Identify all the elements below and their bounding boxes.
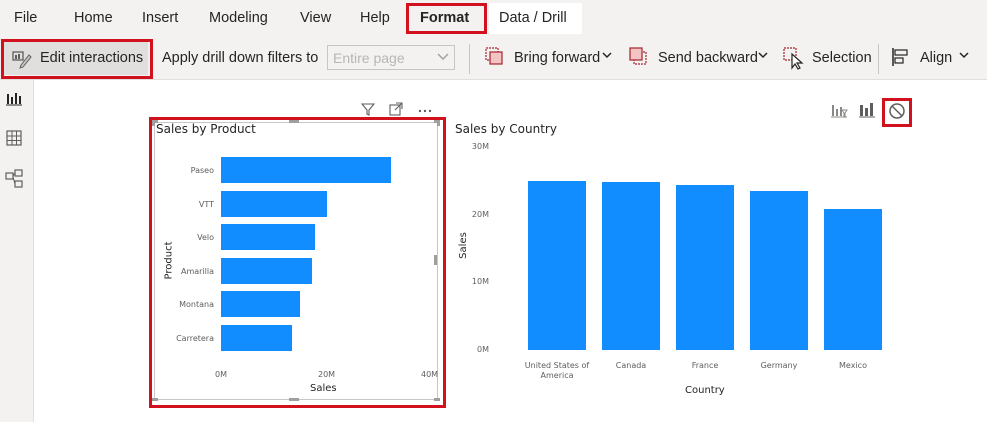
- menu-insert[interactable]: Insert: [142, 10, 178, 26]
- menu-file[interactable]: File: [14, 10, 37, 26]
- x-tick-label: 0M: [215, 370, 227, 379]
- x-tick-label: Canada: [615, 361, 647, 370]
- apply-drill-label: Apply drill down filters to: [162, 50, 319, 66]
- y-tick-label: Carretera: [176, 333, 214, 343]
- y-tick-label: 0M: [477, 345, 489, 354]
- data-view-icon[interactable]: [5, 129, 23, 150]
- resize-handle[interactable]: [152, 120, 155, 126]
- resize-handle[interactable]: [437, 120, 440, 126]
- x-tick-label: 20M: [318, 370, 336, 379]
- resize-handle[interactable]: [434, 398, 440, 401]
- ribbon-divider: [469, 44, 470, 74]
- x-tick-label: France: [691, 361, 719, 370]
- resize-handle[interactable]: [434, 255, 437, 265]
- bar: [750, 190, 808, 350]
- bar: [221, 257, 313, 284]
- chevron-down-icon: [436, 49, 450, 66]
- focus-mode-icon[interactable]: [389, 102, 403, 119]
- menu-help[interactable]: Help: [360, 10, 390, 26]
- resize-handle[interactable]: [289, 398, 299, 401]
- bar: [221, 291, 301, 317]
- y-tick-label: Paseo: [190, 166, 214, 175]
- y-tick-label: 30M: [471, 142, 489, 151]
- menu-format[interactable]: Format: [420, 10, 469, 26]
- x-tick-label: Mexico: [839, 361, 867, 370]
- x-tick-label: 40M: [421, 370, 439, 379]
- menu-bar: File Home Insert Modeling View Help Form…: [0, 0, 987, 36]
- chevron-down-icon[interactable]: [958, 48, 970, 64]
- bar: [221, 224, 315, 250]
- more-options-icon[interactable]: [417, 103, 433, 119]
- y-tick-label: 10M: [471, 277, 489, 287]
- view-switcher-rail: [0, 80, 34, 422]
- bar: [602, 181, 660, 350]
- ribbon: Edit interactions Apply drill down filte…: [0, 36, 987, 80]
- y-tick-label: Montana: [179, 300, 214, 309]
- x-tick-label: United States of America: [524, 361, 590, 380]
- menu-home[interactable]: Home: [74, 10, 113, 26]
- align-button[interactable]: Align: [920, 50, 952, 66]
- bring-forward-button[interactable]: Bring forward: [514, 50, 600, 66]
- chart-title: Sales by Product: [156, 122, 256, 136]
- selection-icon: [782, 46, 804, 73]
- x-axis-title: Country: [685, 385, 725, 396]
- y-tick-label: Amarilla: [180, 266, 214, 276]
- resize-handle[interactable]: [152, 398, 158, 401]
- bar: [221, 324, 293, 351]
- ribbon-divider: [878, 44, 879, 74]
- chevron-down-icon[interactable]: [757, 48, 769, 64]
- edit-interactions-label: Edit interactions: [40, 50, 144, 66]
- align-icon: [890, 46, 912, 71]
- report-view-icon[interactable]: [5, 90, 23, 111]
- filter-interaction-icon[interactable]: [830, 101, 848, 122]
- bar: [221, 157, 391, 183]
- bar: [676, 184, 734, 350]
- y-tick-label: VTT: [198, 199, 214, 209]
- bar: [221, 190, 327, 217]
- filter-icon[interactable]: [360, 102, 376, 119]
- send-backward-icon: [628, 46, 650, 71]
- chevron-down-icon[interactable]: [601, 48, 613, 64]
- x-tick-label: Germany: [760, 361, 798, 370]
- bar: [528, 180, 586, 350]
- bar: [824, 208, 882, 350]
- menu-view[interactable]: View: [300, 10, 331, 26]
- x-axis-title: Sales: [310, 383, 337, 394]
- menu-data-drill[interactable]: Data / Drill: [499, 10, 567, 26]
- apply-drill-dropdown-value: Entire page: [333, 50, 405, 66]
- no-interaction-icon[interactable]: [887, 101, 907, 124]
- model-view-icon[interactable]: [5, 169, 23, 192]
- menu-modeling[interactable]: Modeling: [209, 10, 268, 26]
- edit-interactions-icon: [10, 47, 32, 72]
- apply-drill-dropdown[interactable]: Entire page: [327, 45, 455, 70]
- chart-title: Sales by Country: [455, 122, 557, 136]
- resize-handle[interactable]: [289, 120, 299, 123]
- send-backward-button[interactable]: Send backward: [658, 50, 758, 66]
- y-axis-title: Sales: [457, 232, 469, 259]
- highlight-interaction-icon[interactable]: [858, 101, 876, 122]
- selection-button[interactable]: Selection: [812, 50, 872, 66]
- y-tick-label: Velo: [197, 233, 214, 242]
- y-tick-label: 20M: [471, 209, 489, 219]
- bring-forward-icon: [484, 46, 506, 71]
